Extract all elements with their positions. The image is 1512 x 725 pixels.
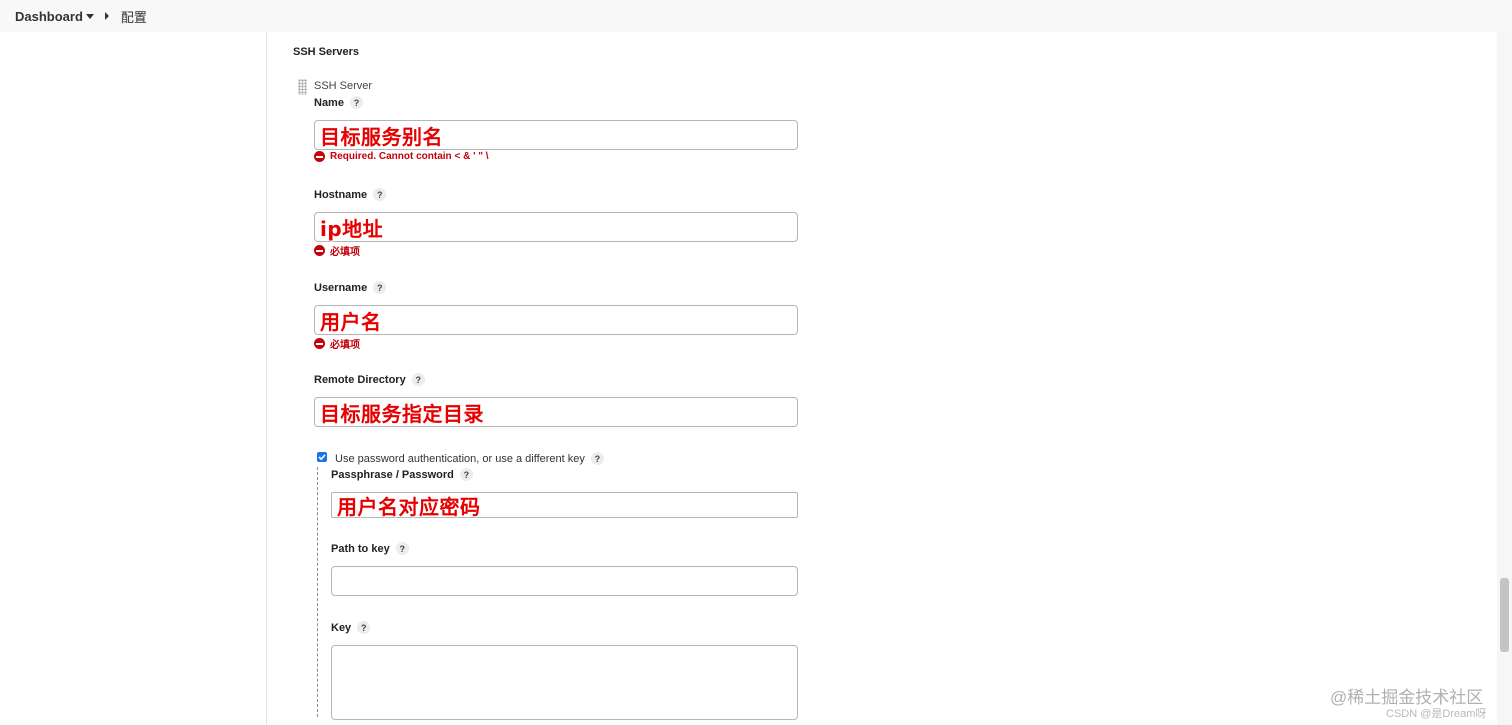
error-icon	[314, 338, 325, 349]
passphrase-label-text: Passphrase / Password	[331, 468, 454, 481]
passphrase-label: Passphrase / Password ?	[331, 468, 473, 481]
name-label: Name ?	[314, 96, 363, 109]
name-input-value: 目标服务别名	[320, 124, 443, 149]
use-password-label-text: Use password authentication, or use a di…	[335, 452, 585, 465]
help-icon[interactable]: ?	[395, 542, 409, 555]
path-to-key-label: Path to key ?	[331, 542, 409, 555]
nested-options-guide	[317, 467, 318, 717]
remote-directory-input-value: 目标服务指定目录	[320, 401, 484, 426]
breadcrumb-bar: Dashboard 配置	[0, 0, 1512, 32]
help-icon[interactable]: ?	[590, 452, 604, 465]
help-icon[interactable]: ?	[357, 621, 371, 634]
key-textarea[interactable]	[331, 645, 798, 720]
username-label: Username ?	[314, 281, 387, 294]
remote-directory-input[interactable]: 目标服务指定目录	[314, 397, 798, 427]
key-label-text: Key	[331, 621, 352, 634]
username-label-text: Username	[314, 281, 368, 294]
name-label-text: Name	[314, 96, 344, 109]
breadcrumb-separator-icon	[104, 12, 109, 20]
error-icon	[314, 151, 325, 162]
scrollbar-thumb[interactable]	[1500, 578, 1509, 652]
name-error-text: Required. Cannot contain < & ' " \	[330, 151, 489, 162]
checkmark-icon	[318, 454, 326, 461]
passphrase-input[interactable]: 用户名对应密码	[331, 492, 798, 519]
chevron-down-icon[interactable]	[85, 13, 94, 19]
help-icon[interactable]: ?	[411, 373, 425, 386]
hostname-input[interactable]: ip地址	[314, 212, 798, 242]
username-input[interactable]: 用户名	[314, 305, 798, 335]
help-icon[interactable]: ?	[349, 96, 363, 109]
help-icon[interactable]: ?	[373, 281, 387, 294]
name-error: Required. Cannot contain < & ' " \	[314, 151, 489, 162]
hostname-label-text: Hostname	[314, 188, 368, 201]
use-password-checkbox[interactable]	[317, 452, 327, 462]
username-error-text: 必填项	[330, 340, 360, 351]
ssh-server-block-title: SSH Server	[314, 80, 373, 92]
key-label: Key ?	[331, 621, 371, 634]
name-input[interactable]: 目标服务别名	[314, 120, 798, 150]
path-to-key-input[interactable]	[331, 566, 798, 596]
breadcrumb-dashboard[interactable]: Dashboard	[15, 9, 83, 24]
username-input-value: 用户名	[320, 309, 382, 334]
remote-directory-label: Remote Directory ?	[314, 373, 425, 386]
passphrase-input-value: 用户名对应密码	[337, 494, 481, 519]
watermark-csdn: CSDN @是Dream呀	[1386, 708, 1487, 720]
hostname-input-value: ip地址	[320, 216, 384, 241]
hostname-error-text: 必填项	[330, 247, 360, 258]
error-icon	[314, 245, 325, 256]
hostname-label: Hostname ?	[314, 188, 387, 201]
sidebar-divider	[266, 32, 267, 725]
help-icon[interactable]: ?	[373, 188, 387, 201]
path-to-key-label-text: Path to key	[331, 542, 390, 555]
drag-handle-icon[interactable]	[298, 79, 307, 95]
breadcrumb-config[interactable]: 配置	[121, 7, 147, 26]
section-title: SSH Servers	[293, 46, 360, 58]
username-error: 必填项	[314, 336, 360, 351]
hostname-error: 必填项	[314, 243, 360, 258]
remote-directory-label-text: Remote Directory	[314, 373, 406, 386]
help-icon[interactable]: ?	[459, 468, 473, 481]
use-password-label[interactable]: Use password authentication, or use a di…	[335, 452, 604, 465]
